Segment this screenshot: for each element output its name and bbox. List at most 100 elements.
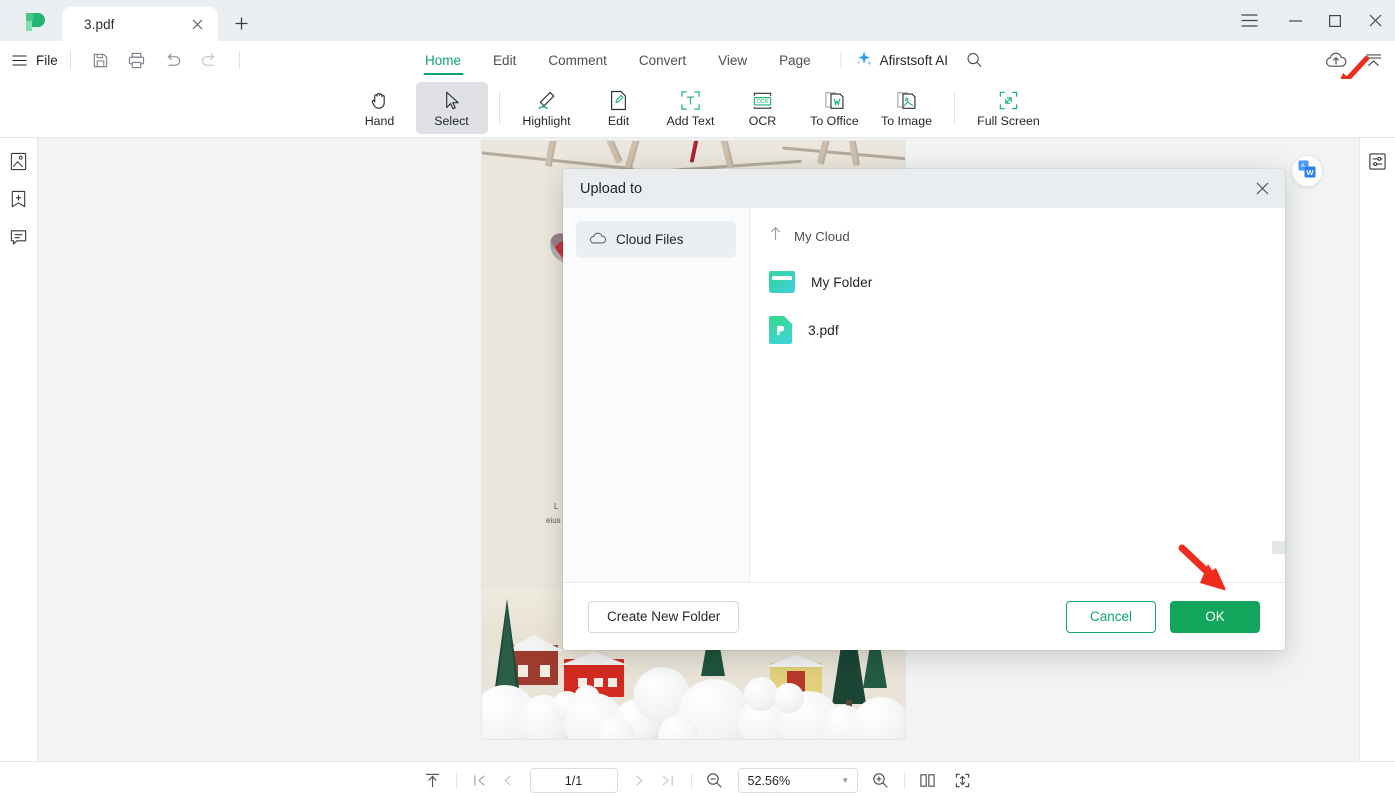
translate-to-word-button[interactable]: A \u6587 W: [1291, 155, 1323, 187]
ribbon-tab-convert[interactable]: Convert: [623, 41, 702, 79]
toolbar-group-edit: Highlight Edit Add Text OCR OCR To Offic…: [511, 82, 943, 134]
divider: [840, 51, 842, 69]
tool-label: Add Text: [666, 113, 715, 128]
zoom-level-select[interactable]: 52.56% ▾: [737, 768, 858, 793]
edit-document-icon: [611, 90, 626, 110]
tool-label: Highlight: [522, 113, 571, 128]
breadcrumb-label[interactable]: My Cloud: [794, 229, 850, 244]
tool-edit[interactable]: Edit: [583, 82, 655, 134]
ribbon-tab-home[interactable]: Home: [409, 41, 477, 79]
tool-label: Full Screen: [977, 113, 1040, 128]
right-side-rail: [1359, 138, 1395, 761]
dialog-body: Cloud Files My Cloud My Folder 3.pdf: [563, 208, 1285, 582]
arrow-up-icon[interactable]: [769, 226, 782, 246]
create-new-folder-button[interactable]: Create New Folder: [588, 600, 740, 633]
next-page-icon[interactable]: [626, 768, 654, 794]
title-bar: 3.pdf: [0, 0, 1395, 41]
fit-height-icon[interactable]: [949, 768, 977, 794]
zoom-in-icon[interactable]: [867, 768, 895, 794]
document-tab[interactable]: 3.pdf: [62, 7, 218, 41]
prev-page-icon[interactable]: [494, 768, 522, 794]
file-menu-label[interactable]: File: [36, 53, 58, 68]
ribbon-tab-label: Page: [779, 52, 811, 68]
dialog-footer: Create New Folder Cancel OK: [563, 541, 1285, 650]
ribbon-tab-view[interactable]: View: [702, 41, 763, 79]
status-bar: 1/1 52.56% ▾: [0, 761, 1395, 799]
cloud-upload-icon[interactable]: [1321, 45, 1351, 75]
ribbon-tab-label: Convert: [638, 52, 687, 68]
list-item[interactable]: 3.pdf: [750, 306, 1285, 354]
properties-panel-icon[interactable]: [1366, 149, 1390, 173]
ribbon-tab-page[interactable]: Page: [763, 41, 827, 79]
tool-add-text[interactable]: Add Text: [655, 82, 727, 134]
app-logo-icon: [22, 9, 48, 35]
dialog-sidebar: Cloud Files: [563, 208, 750, 582]
tool-full-screen[interactable]: Full Screen: [966, 82, 1052, 134]
sidebar-item-cloud-files[interactable]: Cloud Files: [576, 221, 736, 258]
save-icon[interactable]: [87, 47, 115, 73]
tool-label: Edit: [607, 113, 630, 128]
collapse-ribbon-icon[interactable]: [1359, 46, 1387, 74]
close-icon[interactable]: [1252, 179, 1272, 199]
print-icon[interactable]: [123, 47, 151, 73]
bookmark-add-icon[interactable]: [7, 187, 31, 211]
tab-close-icon[interactable]: [188, 15, 206, 33]
maximize-button[interactable]: [1315, 0, 1355, 41]
tool-ocr[interactable]: OCR OCR: [727, 82, 799, 134]
to-image-icon: [897, 92, 916, 109]
redo-icon[interactable]: [195, 47, 223, 73]
page-number-input[interactable]: 1/1: [529, 768, 618, 793]
tool-label: Hand: [364, 113, 395, 128]
main-toolbar: Hand Select Highlight Edit Add Text OCR …: [0, 79, 1395, 138]
afirstsoft-ai-button[interactable]: Afirstsoft AI: [856, 50, 948, 70]
search-icon[interactable]: [964, 49, 986, 71]
ribbon-tab-label: Comment: [548, 52, 607, 68]
new-tab-button[interactable]: [224, 8, 258, 38]
list-item[interactable]: My Folder: [750, 258, 1285, 306]
ribbon-tab-label: Edit: [493, 52, 517, 68]
ribbon-tab-edit[interactable]: Edit: [477, 41, 532, 79]
add-text-icon: [681, 91, 700, 110]
sparkle-icon: [856, 50, 873, 70]
divider: [69, 51, 71, 69]
tool-select[interactable]: Select: [415, 82, 488, 134]
afirstsoft-ai-label: Afirstsoft AI: [879, 52, 948, 68]
tool-to-office[interactable]: To Office: [799, 82, 871, 134]
minimize-button[interactable]: [1275, 0, 1315, 41]
tab-strip: 3.pdf: [62, 7, 258, 41]
dialog-title: Upload to: [580, 180, 643, 197]
chevron-down-icon[interactable]: ▾: [843, 775, 848, 786]
dual-page-icon[interactable]: [914, 768, 942, 794]
to-office-icon: [825, 92, 844, 109]
file-menu-hamburger-icon[interactable]: [8, 49, 30, 71]
tool-highlight[interactable]: Highlight: [511, 82, 583, 134]
zoom-level-value: 52.56%: [747, 773, 791, 788]
menu-bar: File Home Edit Comment Convert View Page: [0, 41, 1395, 79]
first-page-icon[interactable]: [466, 768, 494, 794]
tool-hand[interactable]: Hand: [344, 82, 416, 134]
translate-to-word-icon: A \u6587 W: [1297, 159, 1318, 184]
cancel-button[interactable]: Cancel: [1066, 600, 1156, 633]
main-menu-icon[interactable]: [1229, 0, 1269, 41]
thumbnail-icon[interactable]: [7, 149, 31, 173]
full-screen-icon: [999, 91, 1018, 110]
ribbon-tab-comment[interactable]: Comment: [532, 41, 623, 79]
file-name: 3.pdf: [808, 322, 839, 338]
close-window-button[interactable]: [1355, 0, 1395, 41]
undo-icon[interactable]: [159, 47, 187, 73]
last-page-icon[interactable]: [654, 768, 682, 794]
dialog-main-panel: My Cloud My Folder 3.pdf: [750, 208, 1285, 582]
ok-button[interactable]: OK: [1170, 600, 1260, 633]
menu-left-group: File: [0, 47, 252, 73]
scroll-to-top-icon[interactable]: [419, 768, 447, 794]
hand-icon: [371, 92, 385, 109]
ribbon-tab-bar: Home Edit Comment Convert View Page Afir…: [409, 41, 986, 79]
window-controls: [1229, 0, 1395, 41]
toolbar-group-navigation: Hand Select: [344, 82, 488, 134]
ocr-icon: OCR: [753, 92, 772, 109]
zoom-out-icon[interactable]: [701, 768, 729, 794]
comment-list-icon[interactable]: [7, 225, 31, 249]
tool-to-image[interactable]: To Image: [871, 82, 943, 134]
file-name: My Folder: [811, 274, 873, 290]
dialog-resize-handle[interactable]: [1272, 541, 1285, 554]
